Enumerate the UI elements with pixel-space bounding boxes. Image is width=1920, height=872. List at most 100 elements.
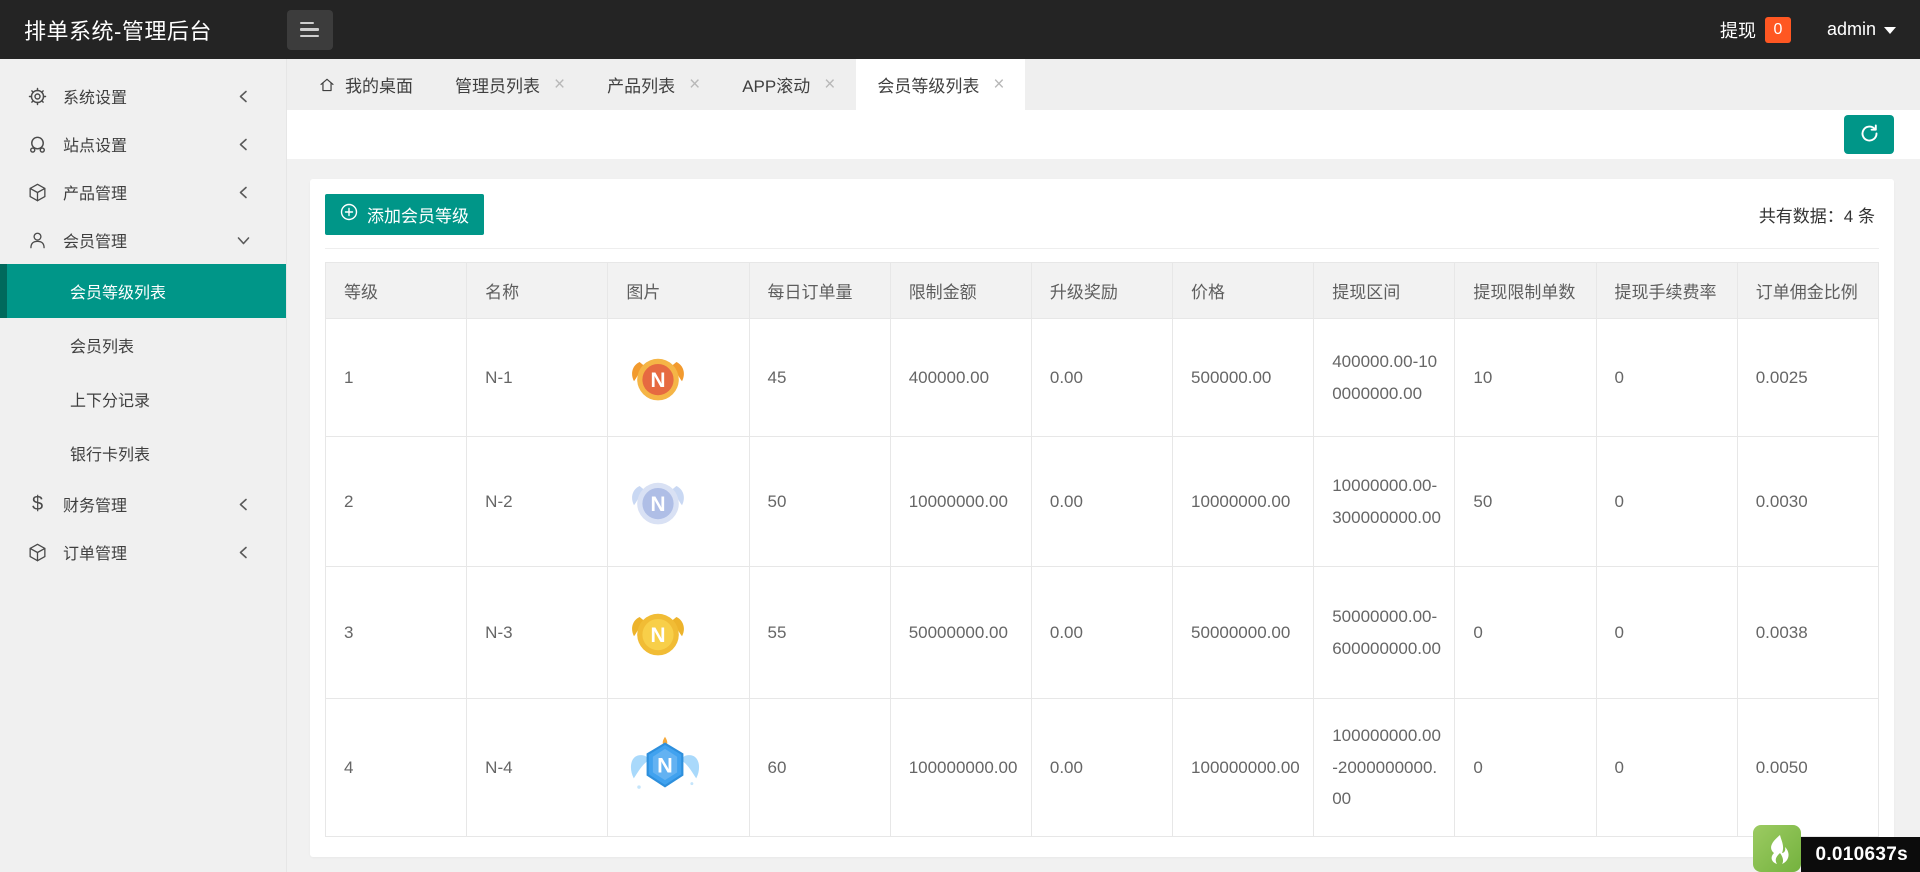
sidebar: 系统设置 站点设置 产品管理	[0, 59, 287, 872]
close-icon[interactable]	[554, 75, 565, 94]
cell-limit-amount: 400000.00	[890, 319, 1031, 437]
chevron-left-icon	[237, 186, 250, 199]
user-menu[interactable]: admin	[1827, 19, 1896, 40]
sidebar-item-finance-management[interactable]: $ 财务管理	[0, 480, 286, 528]
member-level-table: 等级 名称 图片 每日订单量 限制金额 升级奖励 价格 提现区间 提现限制单数 …	[325, 262, 1879, 837]
sidebar-item-member-list[interactable]: 会员列表	[0, 318, 286, 372]
cell-withdraw-range: 50000000.00-600000000.00	[1314, 567, 1455, 699]
sidebar-item-member-management[interactable]: 会员管理	[0, 216, 286, 264]
execution-time-badge: 0.010637s	[1801, 837, 1920, 872]
sidebar-item-bank-card-list[interactable]: 银行卡列表	[0, 426, 286, 480]
username: admin	[1827, 19, 1876, 40]
cell-withdraw-limit: 10	[1455, 319, 1596, 437]
cell-daily-orders: 50	[749, 437, 890, 567]
sidebar-subitem-label: 会员列表	[70, 333, 134, 357]
cell-withdraw-limit: 0	[1455, 699, 1596, 837]
withdraw-link[interactable]: 提现 0	[1720, 17, 1791, 43]
sidebar-item-label: 产品管理	[63, 180, 127, 204]
tab-member-level-list[interactable]: 会员等级列表	[856, 59, 1025, 110]
column-header: 提现区间	[1314, 263, 1455, 319]
chevron-left-icon	[237, 138, 250, 151]
content-card: 添加会员等级 共有数据：4 条 等级 名称 图片 每日订单量 限制金额	[310, 179, 1894, 857]
plus-circle-icon	[340, 203, 358, 226]
withdraw-label: 提现	[1720, 17, 1756, 43]
column-header: 价格	[1173, 263, 1314, 319]
svg-text:N: N	[651, 623, 666, 646]
add-button-label: 添加会员等级	[367, 202, 469, 227]
cell-withdraw-limit: 50	[1455, 437, 1596, 567]
svg-text:N: N	[658, 752, 674, 777]
add-member-level-button[interactable]: 添加会员等级	[325, 194, 484, 235]
cell-daily-orders: 60	[749, 699, 890, 837]
cell-image: N	[608, 567, 749, 699]
cube-icon	[27, 542, 48, 563]
cell-commission: 0.0025	[1737, 319, 1878, 437]
cell-withdraw-range: 400000.00-100000000.00	[1314, 319, 1455, 437]
sidebar-item-system-settings[interactable]: 系统设置	[0, 72, 286, 120]
tab-product-list[interactable]: 产品列表	[586, 59, 721, 110]
app-title: 排单系统-管理后台	[24, 14, 212, 46]
sidebar-subitem-label: 上下分记录	[70, 387, 150, 411]
level-badge-image: N	[626, 470, 690, 534]
level-badge-image: N	[626, 733, 704, 803]
app-root: 排单系统-管理后台 提现 0 admin 系统设置	[0, 0, 1920, 872]
withdraw-count-badge: 0	[1765, 17, 1791, 43]
cell-fee-rate: 0	[1596, 699, 1737, 837]
cell-fee-rate: 0	[1596, 567, 1737, 699]
sidebar-toggle-button[interactable]	[287, 10, 333, 50]
tab-app-scroll[interactable]: APP滚动	[721, 59, 856, 110]
refresh-button[interactable]	[1844, 115, 1894, 154]
cell-withdraw-range: 100000000.00-2000000000.00	[1314, 699, 1455, 837]
tab-desktop[interactable]: 我的桌面	[297, 59, 434, 110]
tab-admin-list[interactable]: 管理员列表	[434, 59, 586, 110]
cell-name: N-4	[467, 699, 608, 837]
sidebar-item-label: 财务管理	[63, 492, 127, 516]
close-icon[interactable]	[824, 75, 835, 94]
sidebar-item-member-level-list[interactable]: 会员等级列表	[0, 264, 286, 318]
user-icon	[27, 230, 48, 251]
chevron-left-icon	[237, 498, 250, 511]
cell-image: N	[608, 319, 749, 437]
member-submenu: 会员等级列表 会员列表 上下分记录 银行卡列表	[0, 264, 286, 480]
cell-limit-amount: 100000000.00	[890, 699, 1031, 837]
top-header: 排单系统-管理后台 提现 0 admin	[0, 0, 1920, 59]
cell-upgrade-reward: 0.00	[1031, 567, 1172, 699]
sidebar-item-site-settings[interactable]: 站点设置	[0, 120, 286, 168]
menu-icon	[300, 22, 319, 37]
level-badge-image: N	[626, 346, 690, 410]
tab-label: APP滚动	[742, 72, 810, 97]
chevron-down-icon	[237, 234, 250, 247]
dollar-icon: $	[27, 494, 48, 515]
column-header: 提现手续费率	[1596, 263, 1737, 319]
total-count-text: 共有数据：4 条	[1759, 202, 1879, 227]
close-icon[interactable]	[993, 75, 1004, 94]
sidebar-subitem-label: 银行卡列表	[70, 441, 150, 465]
sidebar-item-product-management[interactable]: 产品管理	[0, 168, 286, 216]
sidebar-item-order-management[interactable]: 订单管理	[0, 528, 286, 576]
cell-commission: 0.0038	[1737, 567, 1878, 699]
cube-icon	[27, 182, 48, 203]
chevron-left-icon	[237, 546, 250, 559]
cell-limit-amount: 50000000.00	[890, 567, 1031, 699]
cell-daily-orders: 55	[749, 567, 890, 699]
cell-name: N-2	[467, 437, 608, 567]
tab-label: 产品列表	[607, 72, 675, 97]
main-area: 我的桌面 管理员列表 产品列表 APP滚动 会员等级列表	[287, 59, 1920, 872]
card-header-row: 添加会员等级 共有数据：4 条	[325, 194, 1879, 249]
cell-level: 2	[326, 437, 467, 567]
table-row: 2 N-2	[326, 437, 1879, 567]
cell-upgrade-reward: 0.00	[1031, 437, 1172, 567]
cell-level: 3	[326, 567, 467, 699]
sidebar-item-credit-records[interactable]: 上下分记录	[0, 372, 286, 426]
column-header: 提现限制单数	[1455, 263, 1596, 319]
column-header: 等级	[326, 263, 467, 319]
sidebar-item-label: 订单管理	[63, 540, 127, 564]
cell-level: 4	[326, 699, 467, 837]
caret-down-icon	[1884, 27, 1896, 34]
site-nodes-icon	[27, 134, 48, 155]
cell-upgrade-reward: 0.00	[1031, 319, 1172, 437]
sidebar-subitem-label: 会员等级列表	[70, 279, 166, 303]
table-row: 1 N-1	[326, 319, 1879, 437]
trace-logo-icon[interactable]	[1753, 825, 1801, 872]
close-icon[interactable]	[689, 75, 700, 94]
